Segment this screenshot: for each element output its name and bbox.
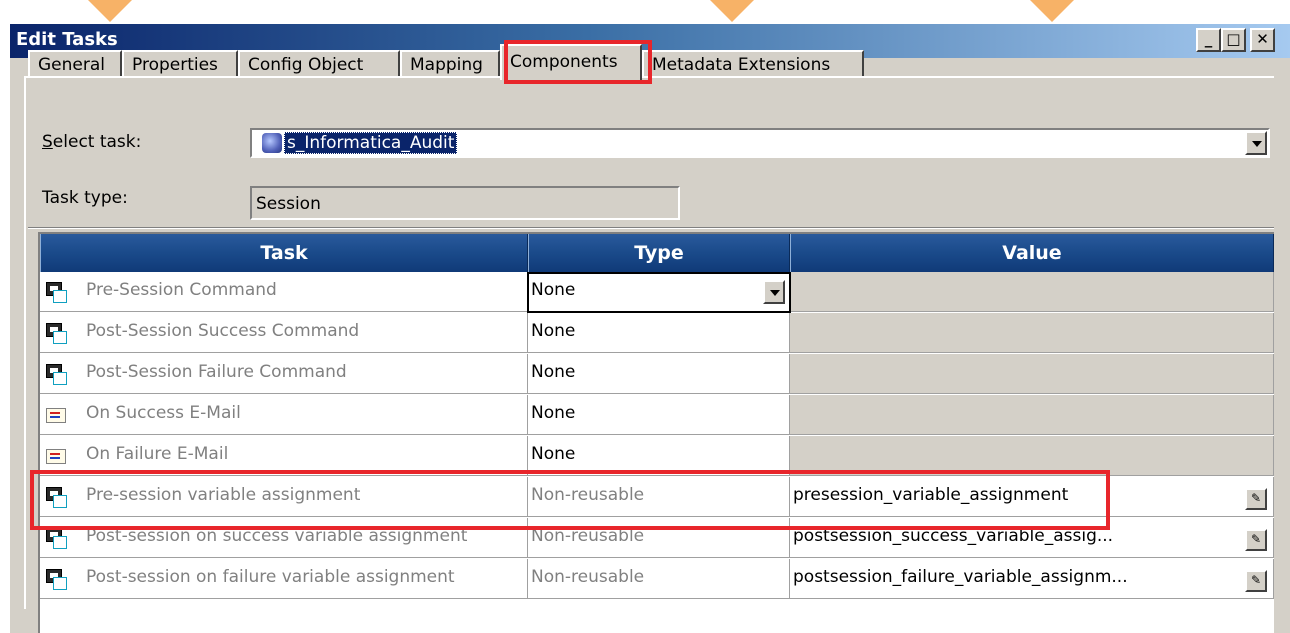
caption-highlight-marker <box>1030 0 1074 22</box>
value-cell[interactable]: postsession_failure_variable_assignm... … <box>790 559 1274 599</box>
select-task-dropdown[interactable]: s_Informatica_Audit <box>250 128 1270 158</box>
command-icon <box>46 569 67 590</box>
maximize-button[interactable]: □ <box>1221 28 1246 52</box>
value-cell <box>790 395 1274 435</box>
command-icon <box>46 364 67 385</box>
tab-mapping[interactable]: Mapping <box>400 50 500 78</box>
pencil-icon[interactable]: ✎ <box>1245 570 1267 592</box>
tab-general[interactable]: General <box>28 50 122 78</box>
caption-highlight-marker <box>710 0 754 22</box>
command-icon <box>46 528 67 549</box>
task-type-field: Session <box>250 186 680 220</box>
tab-config-object[interactable]: Config Object <box>238 50 400 78</box>
caption-highlight-marker <box>88 0 132 22</box>
close-button[interactable]: ✕ <box>1250 28 1275 52</box>
caption-strip <box>0 0 1290 24</box>
value-cell <box>790 313 1274 353</box>
command-icon <box>46 323 67 344</box>
column-header-value[interactable]: Value <box>790 234 1274 272</box>
command-icon <box>46 282 67 303</box>
task-cell: Post-Session Failure Command <box>40 354 528 394</box>
email-icon <box>46 449 66 464</box>
email-icon <box>46 408 66 423</box>
task-cell: Post-Session Success Command <box>40 313 528 353</box>
select-task-dropdown-button[interactable] <box>1245 131 1267 155</box>
session-icon <box>262 133 282 153</box>
divider <box>28 227 1274 229</box>
column-header-type[interactable]: Type <box>528 234 790 272</box>
type-dropdown-focus-border <box>527 272 791 313</box>
pencil-icon[interactable]: ✎ <box>1245 529 1267 551</box>
select-task-value: s_Informatica_Audit <box>284 132 458 154</box>
minimize-button[interactable]: _ <box>1196 28 1221 52</box>
grid-header: Task Type Value <box>40 234 1274 272</box>
table-row[interactable]: Post-Session Failure Command None <box>40 354 1274 394</box>
table-row[interactable]: Post-Session Success Command None <box>40 313 1274 353</box>
type-cell[interactable]: None <box>528 395 790 435</box>
task-cell: Post-session on failure variable assignm… <box>40 559 528 599</box>
components-tab-highlight <box>504 40 652 84</box>
type-cell[interactable]: None <box>528 354 790 394</box>
components-grid: Task Type Value Pre-Session Command None… <box>38 232 1274 633</box>
type-cell[interactable]: Non-reusable <box>528 559 790 599</box>
task-type-value: Session <box>256 194 321 214</box>
table-row[interactable]: Post-session on failure variable assignm… <box>40 559 1274 599</box>
tab-properties[interactable]: Properties <box>122 50 238 78</box>
tab-metadata-extensions[interactable]: Metadata Extensions <box>642 50 864 78</box>
type-cell[interactable]: None <box>528 313 790 353</box>
value-cell <box>790 354 1274 394</box>
column-header-task[interactable]: Task <box>40 234 528 272</box>
task-cell: Pre-Session Command <box>40 272 528 312</box>
variable-assignment-row-highlight <box>30 470 1110 530</box>
select-task-label: Select task: <box>42 132 142 152</box>
window-title: Edit Tasks <box>16 29 118 50</box>
pencil-icon[interactable]: ✎ <box>1245 488 1267 510</box>
table-row[interactable]: On Success E-Mail None <box>40 395 1274 435</box>
task-type-label: Task type: <box>42 188 128 208</box>
chevron-down-icon <box>1252 141 1262 147</box>
value-cell <box>790 272 1274 312</box>
task-cell: On Success E-Mail <box>40 395 528 435</box>
